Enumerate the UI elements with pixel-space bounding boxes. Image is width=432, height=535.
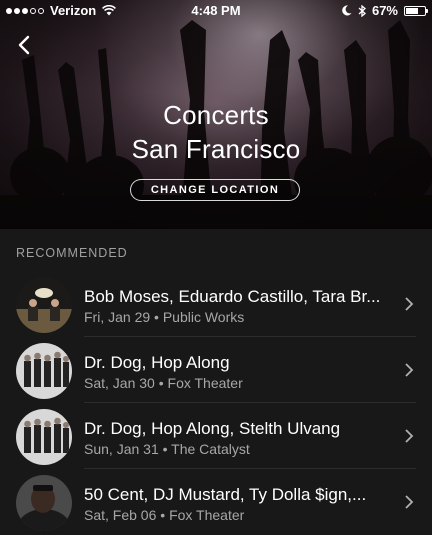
location-title: San Francisco: [131, 134, 301, 164]
concert-artists: Bob Moses, Eduardo Castillo, Tara Br...: [84, 287, 381, 306]
battery-percent: 67%: [371, 3, 398, 18]
back-arrow-icon[interactable]: [14, 34, 36, 56]
change-location-button[interactable]: CHANGE LOCATION: [130, 179, 300, 201]
concert-row[interactable]: 50 Cent, DJ Mustard, Ty Dolla $ign,... S…: [0, 469, 432, 535]
chevron-right-icon: [405, 495, 414, 509]
moon-icon: [342, 5, 352, 16]
page-title: Concerts: [163, 100, 269, 130]
concert-artists: Dr. Dog, Hop Along: [84, 353, 230, 372]
concert-venue: Fox Theater: [167, 375, 243, 391]
artist-avatar: [16, 343, 72, 399]
artist-avatar: [16, 409, 72, 465]
concert-date: Fri, Jan 29: [84, 309, 151, 325]
concert-date: Sat, Jan 30: [84, 375, 155, 391]
concert-date: Sun, Jan 31: [84, 441, 159, 457]
status-bar: Verizon 4:48 PM 67%: [0, 0, 432, 22]
concert-row[interactable]: Bob Moses, Eduardo Castillo, Tara Br... …: [0, 271, 432, 337]
bluetooth-icon: [358, 4, 366, 17]
concert-artists: 50 Cent, DJ Mustard, Ty Dolla $ign,...: [84, 485, 367, 504]
chevron-right-icon: [405, 297, 414, 311]
concert-artists: Dr. Dog, Hop Along, Stelth Ulvang: [84, 419, 341, 438]
concert-date: Sat, Feb 06: [84, 507, 157, 523]
concert-venue: Fox Theater: [169, 507, 245, 523]
concert-venue: Public Works: [162, 309, 245, 325]
concert-venue: The Catalyst: [171, 441, 250, 457]
artist-avatar: [16, 277, 72, 333]
concert-row[interactable]: Dr. Dog, Hop Along, Stelth Ulvang Sun, J…: [0, 403, 432, 469]
chevron-right-icon: [405, 363, 414, 377]
artist-avatar: [16, 475, 72, 531]
concert-details: Fri, Jan 29 • Public Works: [84, 309, 245, 325]
concert-list: Bob Moses, Eduardo Castillo, Tara Br... …: [0, 271, 432, 535]
chevron-right-icon: [405, 429, 414, 443]
concert-row[interactable]: Dr. Dog, Hop Along Sat, Jan 30 • Fox The…: [0, 337, 432, 403]
concert-details: Sat, Feb 06 • Fox Theater: [84, 507, 245, 523]
concert-details: Sat, Jan 30 • Fox Theater: [84, 375, 243, 391]
section-header: RECOMMENDED: [16, 246, 128, 260]
battery-icon: [404, 5, 428, 16]
concert-details: Sun, Jan 31 • The Catalyst: [84, 441, 250, 457]
